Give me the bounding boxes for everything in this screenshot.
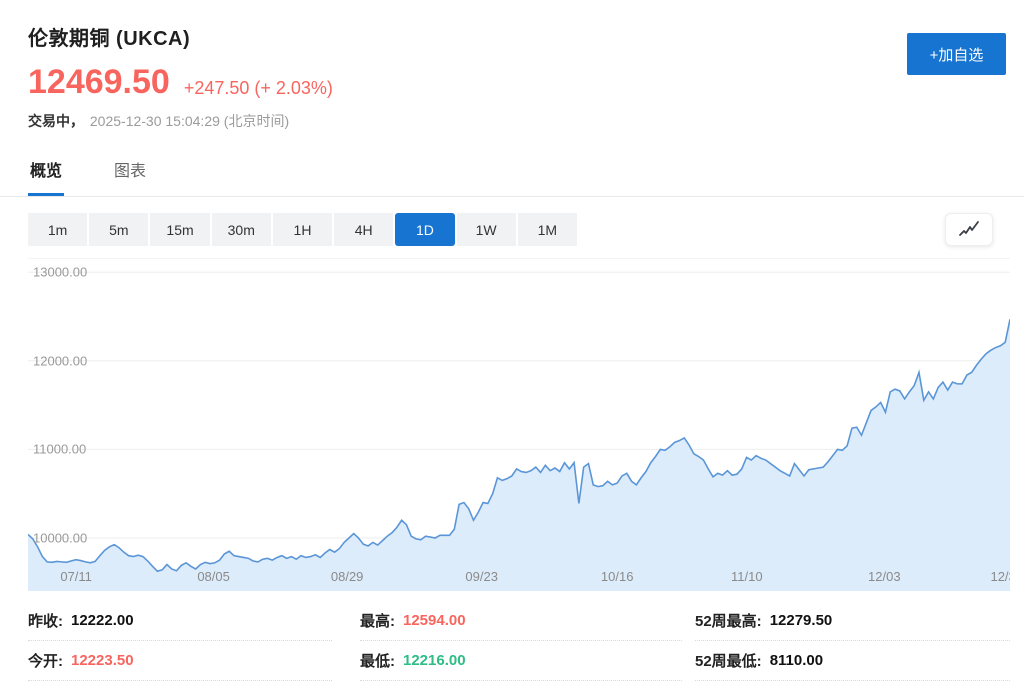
stat-value: 8110.00 [770, 652, 823, 669]
range-selector: 1m5m15m30m1H4H1D1W1M [28, 213, 577, 246]
stat-value: 12279.50 [770, 612, 833, 629]
range-1mo[interactable]: 1M [518, 213, 577, 246]
price-row: 12469.50 +247.50 (+ 2.03%) [28, 65, 996, 99]
trend-line-icon [957, 220, 981, 240]
stat-row: 52周最高: 12279.50 [695, 601, 1010, 641]
stat-row: 52周最低: 8110.00 [695, 641, 1010, 681]
chart-toolbar: 1m5m15m30m1H4H1D1W1M [28, 213, 996, 246]
range-1m[interactable]: 1m [28, 213, 87, 246]
trading-status: 交易中， [28, 113, 84, 129]
range-5m[interactable]: 5m [89, 213, 148, 246]
stat-row: 最高: 12594.00 [360, 601, 682, 641]
area-chart-canvas [28, 259, 1010, 591]
chart-type-button[interactable] [945, 213, 993, 246]
stat-value: 12222.00 [71, 612, 134, 629]
x-tick-11-10: 11/10 [731, 569, 763, 584]
add-watchlist-button[interactable]: +加自选 [907, 33, 1006, 75]
status-row: 交易中， 2025-12-30 15:04:29 (北京时间) [28, 111, 996, 131]
price-area-fill [28, 319, 1010, 591]
last-price: 12469.50 [28, 65, 170, 99]
range-4h[interactable]: 4H [334, 213, 393, 246]
price-change: +247.50 (+ 2.03%) [184, 78, 333, 99]
quote-header: 伦敦期铜 (UKCA) +加自选 12469.50 +247.50 (+ 2.0… [0, 0, 1024, 131]
stat-value: 12594.00 [403, 612, 466, 629]
stat-column-2: 最高: 12594.00 最低: 12216.00 [360, 601, 682, 681]
stat-row: 最低: 12216.00 [360, 641, 682, 681]
range-30m[interactable]: 30m [212, 213, 271, 246]
price-chart[interactable]: 10000.00 11000.00 12000.00 13000.00 07/11 08… [28, 258, 1010, 591]
y-tick-10000: 10000.00 [33, 531, 87, 546]
stats-grid: 昨收: 12222.00 今开: 12223.50 最高: 12594.00 最低: 1221… [28, 601, 1010, 681]
stat-row: 昨收: 12222.00 [28, 601, 332, 641]
x-tick-12-03: 12/03 [868, 569, 901, 584]
tab-chart[interactable]: 图表 [112, 149, 148, 196]
tab-overview[interactable]: 概览 [28, 149, 64, 196]
y-tick-12000: 12000.00 [33, 353, 87, 368]
x-tick-07-11: 07/11 [60, 569, 92, 584]
y-tick-11000: 11000.00 [33, 442, 86, 457]
range-1d[interactable]: 1D [395, 213, 454, 246]
range-1w[interactable]: 1W [457, 213, 516, 246]
range-15m[interactable]: 15m [150, 213, 209, 246]
x-tick-12-3: 12/3 [990, 569, 1010, 584]
stat-label: 最低: [360, 650, 395, 671]
x-tick-10-16: 10/16 [601, 569, 634, 584]
stat-value: 12216.00 [403, 652, 466, 669]
x-tick-08-05: 08/05 [197, 569, 230, 584]
stat-label: 昨收: [28, 610, 63, 631]
stat-label: 今开: [28, 650, 63, 671]
page-title: 伦敦期铜 (UKCA) [28, 22, 996, 51]
stat-label: 52周最低: [695, 650, 762, 671]
stat-column-1: 昨收: 12222.00 今开: 12223.50 [28, 601, 332, 681]
y-tick-13000: 13000.00 [33, 265, 87, 280]
range-1h[interactable]: 1H [273, 213, 332, 246]
tab-bar: 概览 图表 [0, 149, 1024, 197]
x-tick-09-23: 09/23 [465, 569, 498, 584]
stat-column-3: 52周最高: 12279.50 52周最低: 8110.00 [695, 601, 1010, 681]
stat-value: 12223.50 [71, 652, 134, 669]
quote-timestamp: 2025-12-30 15:04:29 (北京时间) [90, 113, 289, 129]
stat-row: 今开: 12223.50 [28, 641, 332, 681]
stat-label: 52周最高: [695, 610, 762, 631]
quote-page: 伦敦期铜 (UKCA) +加自选 12469.50 +247.50 (+ 2.0… [0, 0, 1024, 681]
stat-label: 最高: [360, 610, 395, 631]
x-tick-08-29: 08/29 [331, 569, 364, 584]
